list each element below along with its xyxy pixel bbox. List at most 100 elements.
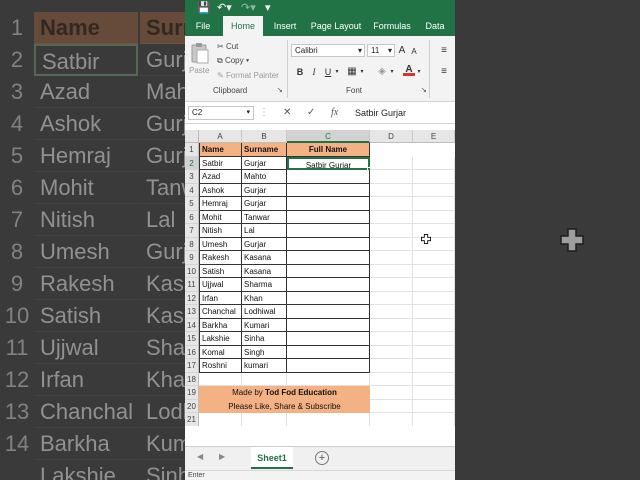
- active-cell[interactable]: Satbir Gurjar: [287, 156, 370, 170]
- cell[interactable]: [370, 278, 413, 292]
- tab-page-layout[interactable]: Page Layout: [307, 16, 365, 36]
- font-launcher-icon[interactable]: ↘: [421, 86, 427, 94]
- align-left-icon[interactable]: ≡: [435, 66, 453, 78]
- column-header-e[interactable]: E: [413, 130, 455, 143]
- cell-surname[interactable]: Lal: [242, 224, 287, 238]
- cell-name[interactable]: Satish: [199, 264, 242, 278]
- row-header[interactable]: 13: [185, 305, 199, 319]
- cell-name[interactable]: Satbir: [199, 156, 242, 170]
- cell-full-name[interactable]: [287, 359, 370, 373]
- tab-insert[interactable]: Insert: [267, 16, 303, 36]
- tab-file[interactable]: File: [185, 16, 221, 36]
- row-header[interactable]: 17: [185, 359, 199, 373]
- cell[interactable]: [413, 372, 455, 386]
- row-header[interactable]: 2: [185, 156, 199, 170]
- cell[interactable]: [370, 413, 413, 426]
- borders-icon[interactable]: ▦: [345, 66, 359, 78]
- chevron-down-icon[interactable]: ▾: [334, 66, 340, 78]
- cell[interactable]: [413, 318, 455, 332]
- row-header[interactable]: 9: [185, 251, 199, 265]
- cell[interactable]: [370, 156, 413, 170]
- cell[interactable]: [370, 251, 413, 265]
- cell[interactable]: [370, 386, 413, 400]
- cell[interactable]: [370, 237, 413, 251]
- cell-surname[interactable]: Gurjar: [242, 197, 287, 211]
- column-header-d[interactable]: D: [370, 130, 413, 143]
- clipboard-launcher-icon[interactable]: ↘: [277, 86, 283, 94]
- cell-full-name[interactable]: [287, 291, 370, 305]
- row-header[interactable]: 1: [185, 143, 199, 157]
- font-size-select[interactable]: 11 ▾: [367, 44, 395, 57]
- cell-full-name[interactable]: [287, 264, 370, 278]
- cell[interactable]: [199, 372, 242, 386]
- row-header[interactable]: 3: [185, 170, 199, 184]
- tab-home[interactable]: Home: [223, 16, 263, 36]
- row-header[interactable]: 16: [185, 345, 199, 359]
- cell[interactable]: [287, 372, 370, 386]
- cell-surname[interactable]: Kasana: [242, 264, 287, 278]
- cell[interactable]: [370, 332, 413, 346]
- cell-full-name[interactable]: [287, 305, 370, 319]
- cell[interactable]: [413, 251, 455, 265]
- paste-icon[interactable]: [190, 42, 210, 64]
- cell[interactable]: [370, 359, 413, 373]
- grow-font-button[interactable]: A: [397, 45, 407, 57]
- cell-name[interactable]: Irfan: [199, 291, 242, 305]
- font-name-select[interactable]: Calibri ▾: [291, 44, 365, 57]
- cell[interactable]: [370, 372, 413, 386]
- header-cell-full-name[interactable]: Full Name: [287, 143, 370, 157]
- tab-formulas[interactable]: Formulas: [369, 16, 415, 36]
- enter-icon[interactable]: ✓: [307, 106, 315, 120]
- row-header[interactable]: 20: [185, 399, 199, 413]
- cell[interactable]: [413, 224, 455, 238]
- cell-name[interactable]: Mohit: [199, 210, 242, 224]
- column-header-a[interactable]: A: [199, 130, 242, 143]
- cell[interactable]: [413, 413, 455, 426]
- cell[interactable]: [413, 210, 455, 224]
- row-header[interactable]: 19: [185, 386, 199, 400]
- cell[interactable]: [370, 305, 413, 319]
- customize-toolbar-icon[interactable]: ▾: [265, 0, 271, 16]
- cell[interactable]: [413, 359, 455, 373]
- cell[interactable]: [413, 183, 455, 197]
- cell[interactable]: [413, 305, 455, 319]
- copy-button[interactable]: ⧉ Copy ▾: [217, 56, 249, 66]
- cell-full-name[interactable]: [287, 332, 370, 346]
- cell[interactable]: [287, 413, 370, 426]
- cell-name[interactable]: Ujjwal: [199, 278, 242, 292]
- name-box[interactable]: C2 ▾: [188, 106, 254, 120]
- cell[interactable]: [370, 291, 413, 305]
- row-header[interactable]: 8: [185, 237, 199, 251]
- cell-name[interactable]: Lakshie: [199, 332, 242, 346]
- align-top-icon[interactable]: ≡: [435, 45, 453, 57]
- row-header[interactable]: 10: [185, 264, 199, 278]
- add-sheet-button[interactable]: +: [315, 451, 329, 465]
- chevron-down-icon[interactable]: ▾: [389, 66, 395, 78]
- cell[interactable]: [413, 332, 455, 346]
- cell[interactable]: [413, 278, 455, 292]
- worksheet-grid[interactable]: ABCDE12345678910111213141516171819202122…: [185, 130, 455, 426]
- paste-label[interactable]: Paste: [189, 66, 209, 75]
- cell[interactable]: [413, 399, 455, 413]
- prev-sheet-icon[interactable]: ◀: [197, 452, 203, 461]
- fill-color-icon[interactable]: ◈: [375, 66, 389, 78]
- insert-function-icon[interactable]: fx: [331, 106, 338, 120]
- cell-full-name[interactable]: [287, 318, 370, 332]
- column-header-b[interactable]: B: [242, 130, 287, 143]
- cell-name[interactable]: Ashok: [199, 183, 242, 197]
- cell-surname[interactable]: Singh: [242, 345, 287, 359]
- cell[interactable]: [199, 413, 242, 426]
- row-header[interactable]: 15: [185, 332, 199, 346]
- font-color-button[interactable]: A: [403, 64, 415, 76]
- format-painter-button[interactable]: ✎ Format Painter: [217, 71, 279, 80]
- row-header[interactable]: 11: [185, 278, 199, 292]
- sheet-tab-sheet1[interactable]: Sheet1: [251, 447, 293, 469]
- cell[interactable]: [413, 291, 455, 305]
- row-header[interactable]: 6: [185, 210, 199, 224]
- cell-name[interactable]: Azad: [199, 170, 242, 184]
- cell-name[interactable]: Rakesh: [199, 251, 242, 265]
- redo-icon[interactable]: ↷▾: [241, 0, 256, 16]
- chevron-down-icon[interactable]: ▾: [359, 66, 365, 78]
- cell-surname[interactable]: Tanwar: [242, 210, 287, 224]
- cell[interactable]: [370, 264, 413, 278]
